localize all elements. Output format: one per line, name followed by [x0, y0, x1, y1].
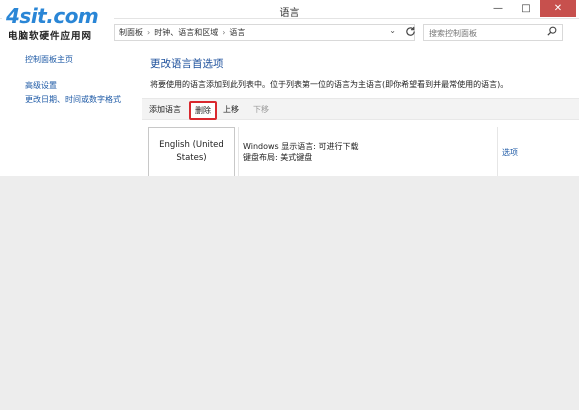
breadcrumb[interactable]: 制面板 › 时钟、语言和区域 › 语言 ⌄ — [114, 24, 415, 41]
search-icon[interactable] — [547, 26, 557, 39]
language-keyboard-layout: 键盘布局: 美式键盘 — [243, 153, 313, 162]
divider — [497, 127, 498, 176]
sidebar-item-date-time-format[interactable]: 更改日期、时间或数字格式 — [25, 94, 135, 105]
sidebar: 控制面板主页 高级设置 更改日期、时间或数字格式 — [25, 54, 135, 108]
breadcrumb-separator: › — [147, 28, 151, 37]
breadcrumb-control-panel[interactable]: 制面板 — [119, 27, 143, 38]
add-language-button[interactable]: 添加语言 — [149, 104, 181, 115]
sidebar-item-home[interactable]: 控制面板主页 — [25, 54, 135, 65]
breadcrumb-separator: › — [222, 28, 226, 37]
minimize-button[interactable]: — — [484, 0, 512, 17]
control-panel-window: 语言 — □ ✕ 制面板 › 时钟、语言和区域 › 语言 ⌄ 4sit.com … — [0, 0, 579, 176]
search-box[interactable] — [423, 24, 563, 41]
language-toolbar: 添加语言 删除 上移 下移 — [142, 98, 579, 120]
remove-language-button[interactable]: 删除 — [189, 101, 217, 120]
divider — [238, 127, 239, 176]
search-input[interactable] — [429, 27, 539, 39]
move-up-button[interactable]: 上移 — [223, 104, 239, 115]
breadcrumb-language[interactable]: 语言 — [229, 27, 245, 38]
language-name: English (United States) — [159, 140, 224, 163]
page-description: 将要使用的语言添加到此列表中。位于列表第一位的语言为主语言(即你希望看到并最常使… — [150, 80, 509, 89]
page-title: 更改语言首选项 — [150, 58, 224, 70]
language-display-status: Windows 显示语言: 可进行下载 — [243, 142, 359, 151]
blank-area — [0, 176, 579, 410]
watermark-tagline: 电脑软硬件应用网 — [8, 31, 93, 42]
watermark-logo: 4sit.com 电脑软硬件应用网 — [2, 4, 114, 42]
chevron-down-icon[interactable]: ⌄ — [389, 26, 396, 35]
move-down-button: 下移 — [253, 105, 269, 114]
maximize-button[interactable]: □ — [512, 0, 540, 17]
watermark-brand: 4sit.com — [6, 4, 99, 28]
refresh-icon[interactable] — [403, 26, 417, 40]
close-button[interactable]: ✕ — [540, 0, 576, 17]
breadcrumb-clock-language-region[interactable]: 时钟、语言和区域 — [154, 27, 218, 38]
sidebar-item-advanced-settings[interactable]: 高级设置 — [25, 80, 135, 91]
language-options-link[interactable]: 选项 — [502, 147, 518, 158]
language-tile[interactable]: English (United States) — [148, 127, 235, 176]
